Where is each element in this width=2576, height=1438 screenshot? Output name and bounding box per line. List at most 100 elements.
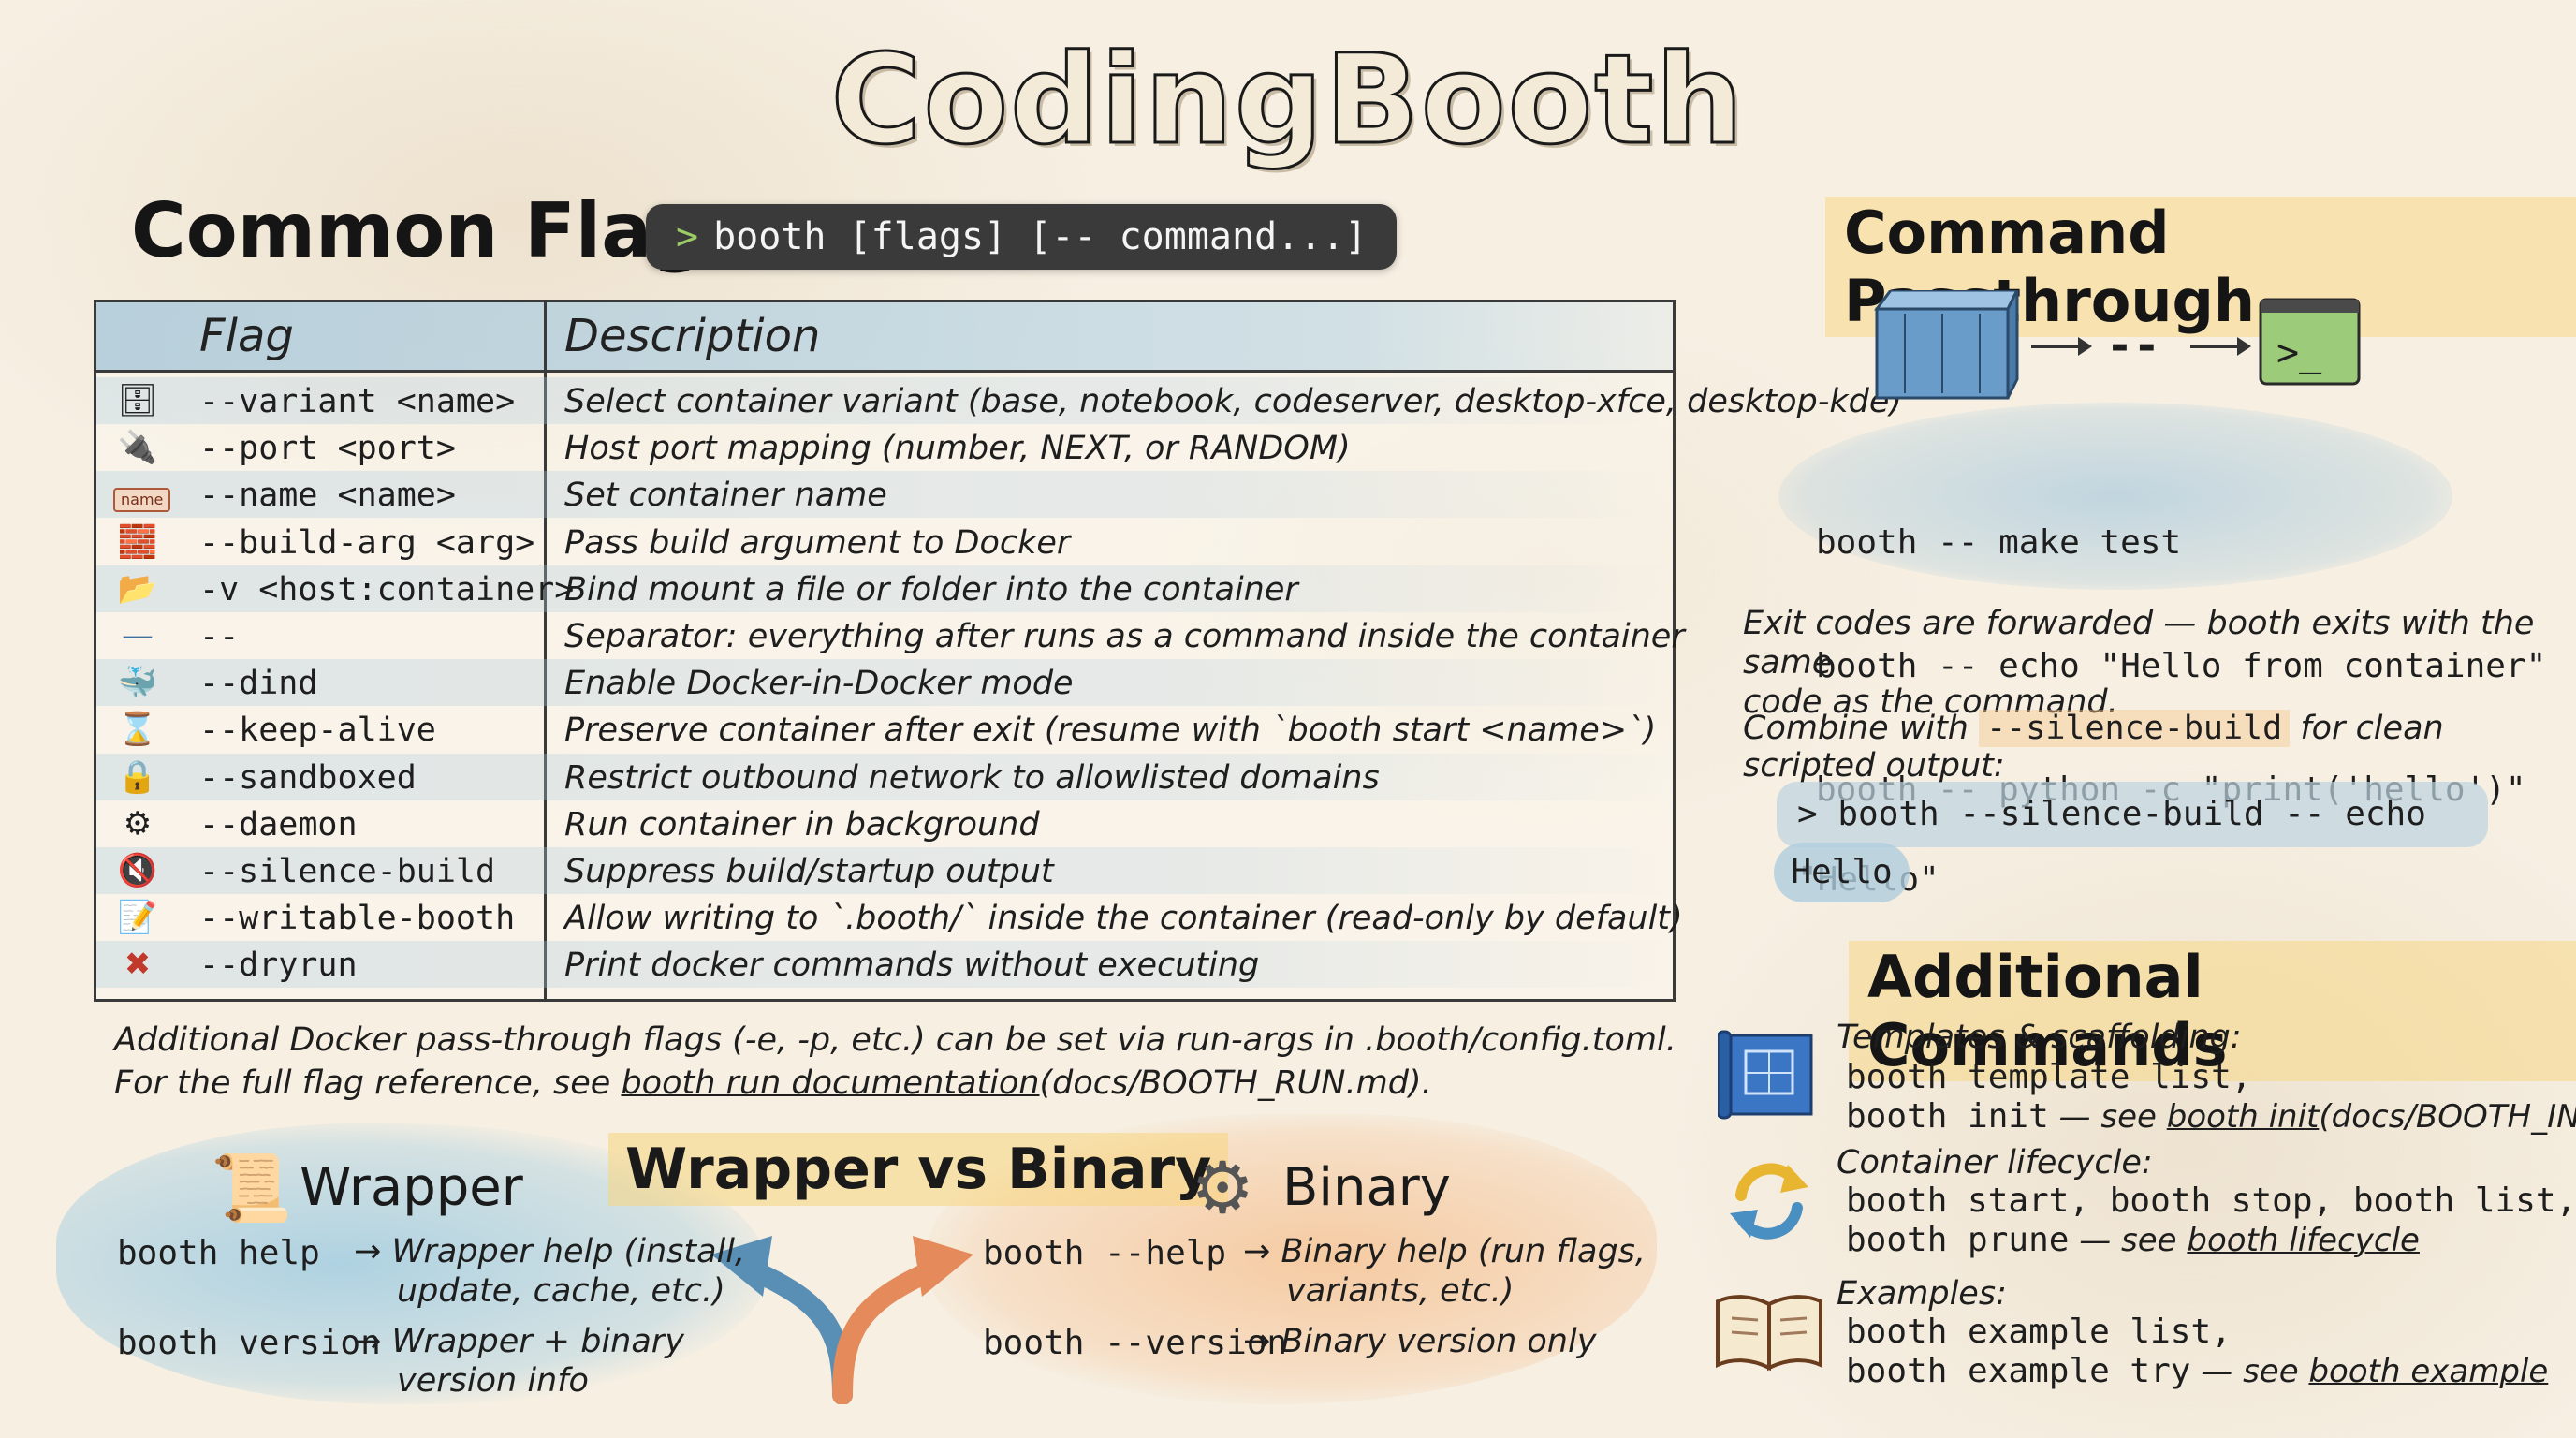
scroll-icon: 📜: [211, 1150, 293, 1226]
see-text: — see: [2069, 1222, 2188, 1259]
blueprint-icon: [1718, 1030, 1813, 1120]
column-header-flag: Flag: [199, 310, 294, 362]
description-cell: Suppress build/startup output: [564, 853, 1054, 890]
usage-pill: > booth [flags] [-- command...]: [646, 204, 1398, 270]
examples-line-1: booth example list,: [1846, 1313, 2232, 1351]
table-row: 🐳 --dind Enable Docker-in-Docker mode: [96, 659, 1673, 707]
table-row: 🧱 --build-arg <arg> Pass build argument to…: [96, 519, 1673, 565]
description-cell: Run container in background: [564, 805, 1040, 844]
name-tag-text: name: [113, 488, 171, 513]
table-row: 🗄 --variant <name> Select container varian…: [96, 377, 1902, 424]
table-row: 🔌 --port <port> Host port mapping (number,…: [96, 424, 1673, 471]
description-cell: Set container name: [564, 477, 887, 515]
note-line: variants, etc.): [1286, 1272, 1515, 1310]
silence-build-flag: --silence-build: [1979, 710, 2291, 747]
cmd-text: booth init: [1846, 1097, 2049, 1136]
note-line: update, cache, etc.): [397, 1272, 725, 1310]
flag-cell: --dryrun: [199, 946, 358, 985]
description-cell: Separator: everything after runs as a co…: [564, 618, 1685, 655]
note-line: Binary help (run flags,: [1281, 1233, 1647, 1270]
see-text: — see: [2048, 1098, 2167, 1136]
red-x-icon: ✖: [124, 946, 152, 984]
note-line: version info: [397, 1362, 589, 1400]
open-book-icon: [1716, 1295, 1822, 1372]
binary-help-note: → Binary help (run flags, variants, etc.): [1243, 1232, 1646, 1311]
flags-table: Flag Description 🗄 --variant <name> Select…: [94, 300, 1902, 1002]
port-icon: 🔌: [117, 429, 158, 467]
table-row: ✖ --dryrun Print docker commands without e…: [96, 941, 1673, 989]
table-header: Flag Description: [96, 302, 1673, 373]
cycle-arrows-icon: [1730, 1163, 1808, 1240]
templates-caption: Templates & scaffolding:: [1837, 1019, 2242, 1056]
wrapper-label: Wrapper: [300, 1157, 523, 1218]
flag-cell: -v <host:container>: [199, 570, 575, 609]
combine-prefix: Combine with: [1743, 710, 1980, 747]
table-row: 🔒 --sandboxed Restrict outbound network to…: [96, 753, 1673, 800]
prompt-caret-icon: >: [676, 215, 699, 258]
wrapper-vs-binary-title: Wrapper vs Binary: [608, 1133, 1229, 1206]
lifecycle-line-2: booth prune — see booth lifecycle: [1846, 1221, 2420, 1259]
silence-build-example-cmd: > booth --silence-build -- echo "Hello": [1777, 782, 2488, 899]
examples-line-2: booth example try — see booth example: [1846, 1352, 2548, 1390]
flag-cell: --port <port>: [199, 430, 456, 468]
flag-cell: --name <name>: [199, 477, 456, 515]
description-cell: Allow writing to `.booth/` inside the co…: [564, 900, 1683, 938]
passthrough-diagram: -- >_: [1874, 290, 2361, 400]
booth-lifecycle-link[interactable]: booth lifecycle: [2187, 1222, 2420, 1259]
mute-speaker-icon: 🔇: [117, 852, 158, 889]
arrow-right-icon: →: [1243, 1233, 1271, 1270]
arrow-right-icon: →: [1243, 1323, 1271, 1360]
templates-line-2: booth init — see booth init(docs/BOOTH_I…: [1846, 1097, 2576, 1136]
docker-whale-icon: 🐳: [117, 664, 158, 702]
templates-line-1: booth template list,: [1846, 1058, 2252, 1096]
flag-cell: --silence-build: [199, 853, 496, 890]
note-line: Wrapper help (install,: [391, 1233, 746, 1270]
example-line: booth -- make test: [1816, 523, 2182, 562]
lifecycle-caption: Container lifecycle:: [1837, 1144, 2153, 1181]
wrapper-help-cmd: booth help: [117, 1234, 320, 1272]
container-icon: [1874, 290, 2019, 400]
flag-cell: --variant <name>: [199, 383, 516, 420]
table-row: ⌛ --keep-alive Preserve container after ex…: [96, 706, 1673, 753]
binary-version-note: → Binary version only: [1243, 1322, 1596, 1361]
footnote-line-1: Additional Docker pass-through flags (-e…: [114, 1021, 1676, 1059]
flags-footnote: Additional Docker pass-through flags (-e…: [114, 1019, 1676, 1105]
gears-icon: ⚙: [123, 804, 153, 843]
footnote-suffix: (docs/BOOTH_RUN.md).: [1039, 1064, 1432, 1102]
note-line: Binary version only: [1281, 1323, 1597, 1360]
booth-example-link[interactable]: booth example: [2308, 1353, 2548, 1390]
wrapper-version-note: → Wrapper + binary version info: [354, 1322, 684, 1401]
hourglass-icon: ⌛: [117, 711, 158, 749]
note-line: Wrapper + binary: [391, 1323, 684, 1360]
gear-icon: ⚙: [1191, 1146, 1255, 1229]
binary-label: Binary: [1282, 1157, 1451, 1218]
separator-text: --: [2106, 319, 2160, 372]
folder-sync-icon: 📂: [117, 569, 158, 608]
cmd-text: booth prune: [1846, 1221, 2070, 1259]
description-cell: Pass build argument to Docker: [564, 523, 1071, 562]
booth-run-docs-link[interactable]: booth run documentation: [621, 1064, 1039, 1102]
binary-version-cmd: booth --version: [983, 1324, 1288, 1362]
lifecycle-line-1: booth start, booth stop, booth list,: [1846, 1181, 2576, 1220]
wrapper-version-cmd: booth version: [117, 1324, 381, 1362]
table-row: 📂 -v <host:container> Bind mount a file or…: [96, 565, 1673, 612]
examples-caption: Examples:: [1837, 1275, 2007, 1313]
description-cell: Print docker commands without executing: [564, 946, 1260, 985]
usage-text: booth [flags] [-- command...]: [713, 215, 1368, 258]
cmd-text: booth example try: [1846, 1352, 2191, 1390]
exit-note-line-1: Exit codes are forwarded — booth exits w…: [1743, 605, 2535, 682]
exit-codes-note: Exit codes are forwarded — booth exits w…: [1743, 604, 2576, 722]
arrow-right-icon: →: [354, 1233, 382, 1270]
table-row: 📝 --writable-booth Allow writing to `.boot…: [96, 894, 1683, 941]
description-cell: Restrict outbound network to allowlisted…: [564, 758, 1380, 797]
description-cell: Enable Docker-in-Docker mode: [564, 665, 1074, 703]
booth-init-link[interactable]: booth init: [2167, 1098, 2320, 1136]
lock-icon: 🔒: [117, 757, 158, 796]
example-output-bubble: Hello: [1774, 843, 1910, 902]
page-title: CodingBooth: [829, 27, 1746, 174]
flag-cell: --daemon: [199, 805, 358, 844]
description-cell: Host port mapping (number, NEXT, or RAND…: [564, 430, 1351, 468]
combine-note: Combine with --silence-build for clean s…: [1743, 710, 2576, 785]
link-tail: (docs/BOOTH_INIT): [2319, 1098, 2576, 1136]
description-cell: Select container variant (base, notebook…: [564, 383, 1903, 420]
